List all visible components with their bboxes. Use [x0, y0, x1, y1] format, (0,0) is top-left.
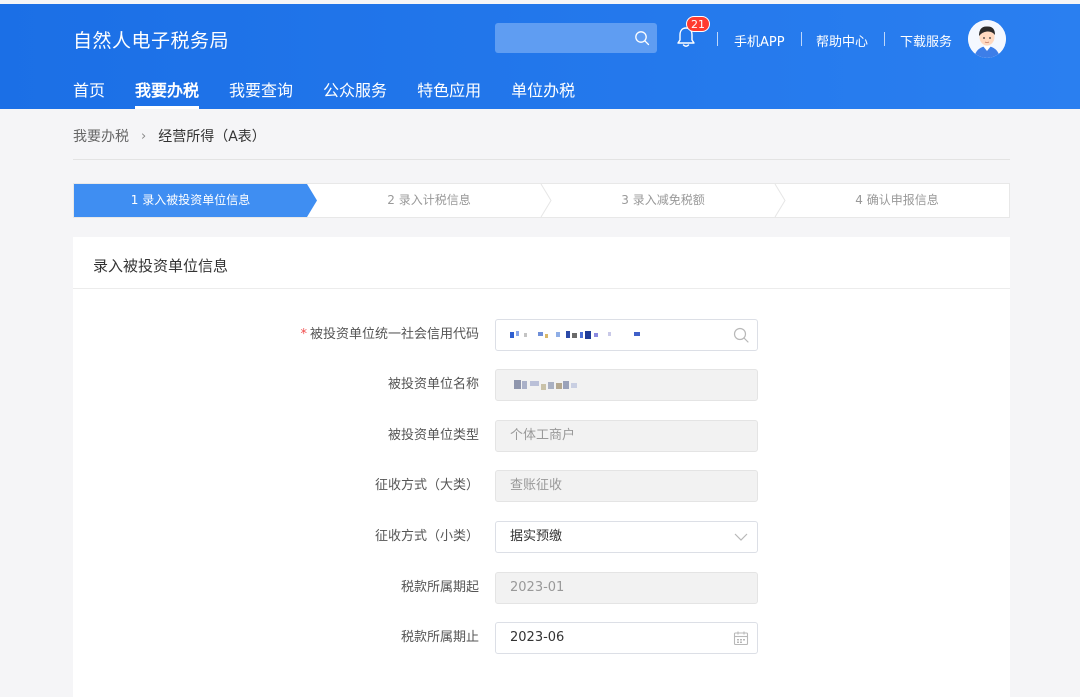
form-row-levy-major: 征收方式（大类） 查账征收 — [73, 470, 1010, 502]
nav-tax-handling[interactable]: 我要办税 — [135, 81, 200, 109]
levy-minor-value: 据实预缴 — [510, 529, 563, 544]
period-end-datepicker[interactable]: 2023-06 — [495, 622, 758, 654]
divider — [73, 159, 1010, 160]
step-2: 2 录入计税信息 — [387, 193, 471, 207]
breadcrumb-parent[interactable]: 我要办税 — [73, 126, 129, 146]
unit-name-field — [495, 369, 758, 401]
period-start-label: 税款所属期起 — [400, 580, 479, 595]
unit-type-label: 被投资单位类型 — [387, 428, 479, 443]
calendar-icon[interactable] — [733, 630, 749, 646]
panel-title: 录入被投资单位信息 — [93, 257, 229, 275]
nav-unit-tax[interactable]: 单位办税 — [511, 81, 575, 109]
nav-query[interactable]: 我要查询 — [229, 81, 293, 109]
nav-featured-apps[interactable]: 特色应用 — [417, 81, 481, 109]
header-separator — [801, 32, 802, 46]
step-3: 3 录入减免税额 — [621, 193, 705, 207]
breadcrumb: 我要办税 › 经营所得（A表） — [73, 126, 266, 146]
credit-code-label-text: 被投资单位统一社会信用代码 — [309, 327, 479, 342]
unit-name-label: 被投资单位名称 — [387, 377, 479, 392]
breadcrumb-separator: › — [141, 128, 147, 144]
search-icon[interactable] — [634, 30, 650, 46]
mobile-app-link[interactable]: 手机APP — [734, 31, 785, 50]
form-row-credit-code: * 被投资单位统一社会信用代码 — [73, 319, 1010, 351]
levy-minor-label: 征收方式（小类） — [374, 529, 479, 544]
form-row-levy-minor: 征收方式（小类） 据实预缴 — [73, 521, 1010, 553]
form-panel: 录入被投资单位信息 * 被投资单位统一社会信用代码 被投资单位名称 被投资单位类… — [73, 237, 1010, 697]
nav-home[interactable]: 首页 — [73, 81, 105, 109]
header-separator — [717, 32, 718, 46]
main-nav: 首页 我要办税 我要查询 公众服务 特色应用 单位办税 — [73, 81, 605, 109]
header: 自然人电子税务局 21 手机APP 帮助中心 下载服务 首页 我要办税 我要查询 — [0, 4, 1080, 109]
period-end-label: 税款所属期止 — [400, 630, 479, 645]
credit-code-field[interactable] — [495, 319, 758, 351]
search-icon[interactable] — [733, 327, 749, 343]
search-input[interactable] — [495, 23, 657, 53]
avatar-icon — [968, 20, 1006, 58]
redacted-value — [510, 330, 640, 339]
period-start-field: 2023-01 — [495, 572, 758, 604]
form-row-period-start: 税款所属期起 2023-01 — [73, 572, 1010, 604]
levy-major-label: 征收方式（大类） — [374, 478, 479, 493]
notification-badge: 21 — [686, 16, 710, 32]
redacted-value — [514, 379, 577, 390]
download-service-link[interactable]: 下载服务 — [900, 31, 952, 50]
form-row-unit-name: 被投资单位名称 — [73, 369, 1010, 401]
breadcrumb-current: 经营所得（A表） — [158, 129, 266, 145]
levy-minor-select[interactable]: 据实预缴 — [495, 521, 758, 553]
period-end-value: 2023-06 — [510, 630, 565, 645]
step-4: 4 确认申报信息 — [855, 193, 939, 207]
step-1: 1 录入被投资单位信息 — [130, 193, 251, 207]
levy-major-field: 查账征收 — [495, 470, 758, 502]
required-mark: * — [300, 327, 307, 342]
site-title: 自然人电子税务局 — [73, 30, 230, 52]
unit-type-field: 个体工商户 — [495, 420, 758, 452]
nav-public-service[interactable]: 公众服务 — [323, 81, 387, 109]
help-center-link[interactable]: 帮助中心 — [816, 31, 868, 50]
form-row-period-end: 税款所属期止 2023-06 — [73, 622, 1010, 654]
avatar[interactable] — [968, 20, 1006, 58]
form-row-unit-type: 被投资单位类型 个体工商户 — [73, 420, 1010, 452]
chevron-down-icon[interactable] — [733, 529, 749, 545]
step-progress: 1 录入被投资单位信息 2 录入计税信息 3 录入减免税额 4 确认申报信息 — [73, 183, 1010, 218]
credit-code-label: * 被投资单位统一社会信用代码 — [300, 319, 479, 351]
panel-divider — [73, 288, 1010, 289]
header-separator — [884, 32, 885, 46]
